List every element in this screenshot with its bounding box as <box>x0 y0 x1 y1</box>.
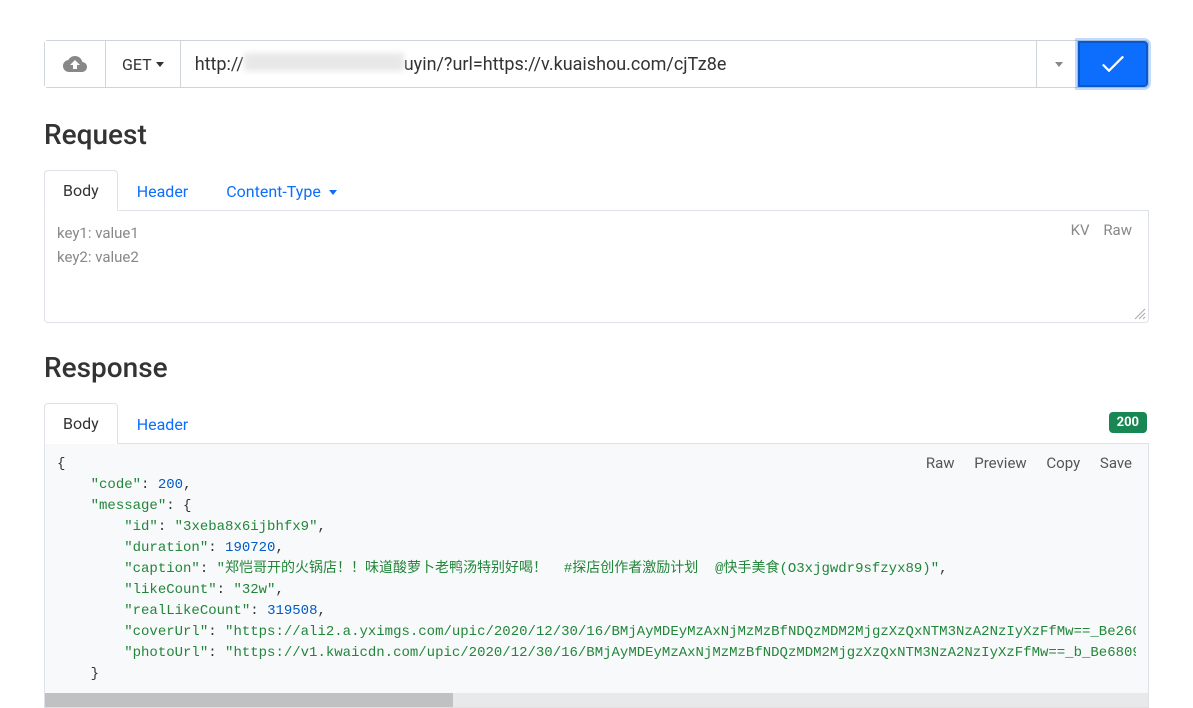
http-method-dropdown[interactable]: GET <box>106 41 181 87</box>
resize-handle-icon[interactable] <box>1134 308 1146 320</box>
response-body-panel: Raw Preview Copy Save { "code": 200, "me… <box>44 444 1149 708</box>
url-history-dropdown[interactable] <box>1036 41 1078 87</box>
status-badge: 200 <box>1109 412 1147 433</box>
toolbar-preview-button[interactable]: Preview <box>974 454 1026 472</box>
url-input-wrapper[interactable]: http:// uyin/?url=https://v.kuaishou.com… <box>181 41 1036 87</box>
check-icon <box>1102 56 1124 72</box>
horizontal-scrollbar[interactable] <box>45 693 1148 707</box>
toolbar-raw-button[interactable]: Raw <box>926 454 955 472</box>
chevron-down-icon <box>329 190 337 195</box>
url-prefix: http:// <box>195 54 244 75</box>
mode-raw-button[interactable]: Raw <box>1103 221 1132 239</box>
tab-content-type-label: Content-Type <box>226 182 321 201</box>
send-request-button[interactable] <box>1078 41 1148 87</box>
tab-request-content-type[interactable]: Content-Type <box>207 171 356 211</box>
response-toolbar: Raw Preview Copy Save <box>910 454 1132 472</box>
url-bar: GET http:// uyin/?url=https://v.kuaishou… <box>44 40 1149 88</box>
request-body-textarea[interactable]: KV Raw key1: value1 key2: value2 <box>44 211 1149 323</box>
response-title: Response <box>44 351 1149 384</box>
body-placeholder-text: key1: value1 key2: value2 <box>57 221 1136 269</box>
request-title: Request <box>44 118 1149 151</box>
http-method-label: GET <box>122 55 152 74</box>
url-redacted <box>244 53 404 71</box>
mode-kv-button[interactable]: KV <box>1071 221 1090 239</box>
cloud-upload-icon <box>63 56 87 72</box>
tab-response-body[interactable]: Body <box>44 403 118 444</box>
response-tabs: Body Header 200 <box>44 402 1149 444</box>
tab-request-body[interactable]: Body <box>44 170 118 211</box>
chevron-down-icon <box>156 62 164 67</box>
tab-request-header[interactable]: Header <box>118 171 208 211</box>
chevron-down-icon <box>1055 62 1063 67</box>
scrollbar-thumb[interactable] <box>45 693 453 707</box>
cloud-upload-button[interactable] <box>45 41 106 87</box>
response-json[interactable]: { "code": 200, "message": { "id": "3xeba… <box>57 454 1136 685</box>
body-mode-switch: KV Raw <box>1061 221 1132 239</box>
tab-response-header[interactable]: Header <box>118 404 208 444</box>
url-suffix: uyin/?url=https://v.kuaishou.com/cjTz8e <box>404 54 727 75</box>
toolbar-copy-button[interactable]: Copy <box>1046 454 1080 472</box>
request-tabs: Body Header Content-Type <box>44 169 1149 211</box>
toolbar-save-button[interactable]: Save <box>1100 454 1132 472</box>
